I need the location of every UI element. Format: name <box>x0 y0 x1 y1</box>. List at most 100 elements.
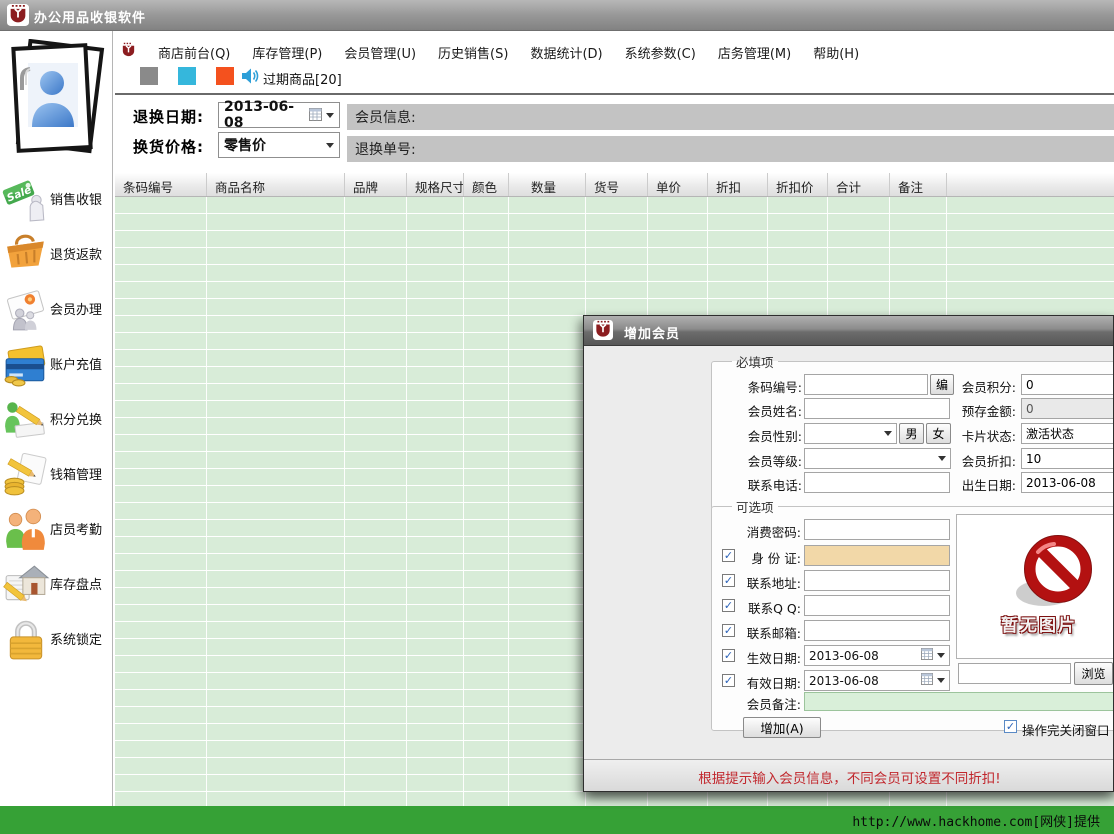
chevron-down-icon <box>326 143 334 148</box>
female-button[interactable]: 女 <box>926 423 951 444</box>
exchange-price-select[interactable]: 零售价 <box>218 132 340 158</box>
password-label: 消费密码: <box>736 522 801 541</box>
member-level-label: 会员等级: <box>724 451 802 470</box>
barcode-input[interactable] <box>804 374 928 395</box>
male-button[interactable]: 男 <box>899 423 924 444</box>
sidebar-item-return-refund[interactable]: 退货返款 <box>0 226 113 281</box>
points-label: 会员积分: <box>956 377 1016 396</box>
col-header-brand[interactable]: 品牌 <box>345 173 407 196</box>
add-button[interactable]: 增加(A) <box>743 717 821 738</box>
sidebar-item-sales-checkout[interactable]: Sale 销售收银 <box>0 171 113 226</box>
dialog-logo-icon <box>593 320 613 344</box>
member-discount-label: 会员折扣: <box>956 451 1016 470</box>
password-input[interactable] <box>804 519 950 540</box>
sidebar-item-member-service[interactable]: 会员办理 <box>0 281 113 336</box>
menu-help[interactable]: 帮助(H) <box>802 40 870 65</box>
member-name-input[interactable] <box>804 398 950 419</box>
start-date-checkbox[interactable]: ✓ <box>722 649 735 662</box>
menu-sales-history[interactable]: 历史销售(S) <box>427 40 519 65</box>
photo-path-input[interactable] <box>958 663 1071 684</box>
provider-credit-text: http://www.hackhome.com[网侠]提供 <box>852 811 1114 830</box>
edit-barcode-button[interactable]: 编 <box>930 374 954 395</box>
qq-label: 联系Q Q: <box>736 598 801 617</box>
items-table-header: 条码编号 商品名称 品牌 规格尺寸 颜色 数量 货号 单价 折扣 折扣价 合计 … <box>115 173 1114 197</box>
col-header-discount[interactable]: 折扣 <box>708 173 768 196</box>
sidebar-item-system-lock[interactable]: 系统锁定 <box>0 611 113 666</box>
birth-date-label: 出生日期: <box>956 475 1016 494</box>
menu-members[interactable]: 会员管理(U) <box>333 40 427 65</box>
id-card-label: 身 份 证: <box>736 548 801 567</box>
col-header-size[interactable]: 规格尺寸 <box>407 173 464 196</box>
birth-date-input[interactable] <box>1021 472 1114 493</box>
start-date-value: 2013-06-08 <box>809 649 921 663</box>
col-header-name[interactable]: 商品名称 <box>207 173 345 196</box>
chevron-down-icon <box>884 431 892 436</box>
address-input[interactable] <box>804 570 950 591</box>
phone-input[interactable] <box>804 472 950 493</box>
menu-inventory[interactable]: 库存管理(P) <box>241 40 333 65</box>
menu-store-front[interactable]: 商店前台(Q) <box>147 40 241 65</box>
close-after-done-checkbox[interactable]: ✓ <box>1004 720 1017 733</box>
order-no-bar: 退换单号: <box>347 136 1114 162</box>
qq-checkbox[interactable]: ✓ <box>722 599 735 612</box>
email-input[interactable] <box>804 620 950 641</box>
end-date-picker[interactable]: 2013-06-08 <box>804 670 950 691</box>
chevron-down-icon <box>326 113 334 118</box>
browse-button[interactable]: 浏览 <box>1074 662 1113 685</box>
window-title-bar[interactable]: 办公用品收银软件 <box>0 0 1114 31</box>
end-date-label: 有效日期: <box>736 673 801 692</box>
sidebar-item-points-redeem[interactable]: 积分兑换 <box>0 391 113 446</box>
qq-input[interactable] <box>804 595 950 616</box>
id-card-checkbox[interactable]: ✓ <box>722 549 735 562</box>
return-date-picker[interactable]: 2013-06-08 <box>218 102 340 128</box>
phone-label: 联系电话: <box>724 475 802 494</box>
col-header-color[interactable]: 颜色 <box>464 173 509 196</box>
chevron-down-icon <box>937 678 945 683</box>
dialog-hint-bar: 根据提示输入会员信息，不同会员可设置不同折扣! <box>584 759 1114 792</box>
sidebar-item-staff-attendance[interactable]: 店员考勤 <box>0 501 113 556</box>
menu-statistics[interactable]: 数据统计(D) <box>519 40 613 65</box>
sidebar-item-label: 库存盘点 <box>50 574 102 593</box>
col-header-barcode[interactable]: 条码编号 <box>115 173 207 196</box>
sidebar-item-inventory-check[interactable]: 库存盘点 <box>0 556 113 611</box>
card-status-input[interactable] <box>1021 423 1114 444</box>
barcode-label: 条码编号: <box>724 377 802 396</box>
col-header-discprice[interactable]: 折扣价 <box>768 173 828 196</box>
gender-select[interactable] <box>804 423 897 444</box>
card-status-label: 卡片状态: <box>956 426 1016 445</box>
email-checkbox[interactable]: ✓ <box>722 624 735 637</box>
menu-system-params[interactable]: 系统参数(C) <box>614 40 707 65</box>
cashbox-icon <box>2 451 50 497</box>
col-header-price[interactable]: 单价 <box>648 173 708 196</box>
member-level-select[interactable] <box>804 448 951 469</box>
menu-store-manage[interactable]: 店务管理(M) <box>707 40 802 65</box>
member-discount-input[interactable] <box>1021 448 1114 469</box>
col-header-total[interactable]: 合计 <box>828 173 890 196</box>
address-checkbox[interactable]: ✓ <box>722 574 735 587</box>
sidebar-item-account-recharge[interactable]: 账户充值 <box>0 336 113 391</box>
menu-bar: 商店前台(Q) 库存管理(P) 会员管理(U) 历史销售(S) 数据统计(D) … <box>120 40 870 64</box>
sidebar-item-cashbox-manage[interactable]: 钱箱管理 <box>0 446 113 501</box>
bottom-status-bar: http://www.hackhome.com[网侠]提供 <box>0 806 1114 834</box>
sidebar-item-label: 钱箱管理 <box>50 464 102 483</box>
col-header-remark[interactable]: 备注 <box>890 173 947 196</box>
expired-goods-alert[interactable]: 过期商品[20] <box>240 66 342 90</box>
email-label: 联系邮箱: <box>736 623 801 642</box>
credit-cards-icon <box>2 341 50 387</box>
dialog-title-bar[interactable]: 增加会员 <box>584 316 1114 346</box>
start-date-picker[interactable]: 2013-06-08 <box>804 645 950 666</box>
deposit-input <box>1021 398 1114 419</box>
sidebar-menu: Sale 销售收银 退货返款 会员办理 账户充值 积分 <box>0 171 113 666</box>
member-info-bar: 会员信息: <box>347 104 1114 130</box>
expired-goods-text: 过期商品[20] <box>263 69 342 88</box>
toolbar-divider <box>115 93 1114 95</box>
add-member-dialog: 增加会员 必填项 条码编号: 编 会员积分: 会员姓名: 预存金额: 会员性别:… <box>583 315 1114 792</box>
end-date-checkbox[interactable]: ✓ <box>722 674 735 687</box>
legend-square-gray <box>140 67 158 85</box>
col-header-itemno[interactable]: 货号 <box>586 173 648 196</box>
menu-logo-icon <box>120 42 137 63</box>
member-note-input[interactable] <box>804 692 1114 711</box>
id-card-input[interactable] <box>804 545 950 566</box>
col-header-qty[interactable]: 数量 <box>509 173 586 196</box>
points-input[interactable] <box>1021 374 1114 395</box>
